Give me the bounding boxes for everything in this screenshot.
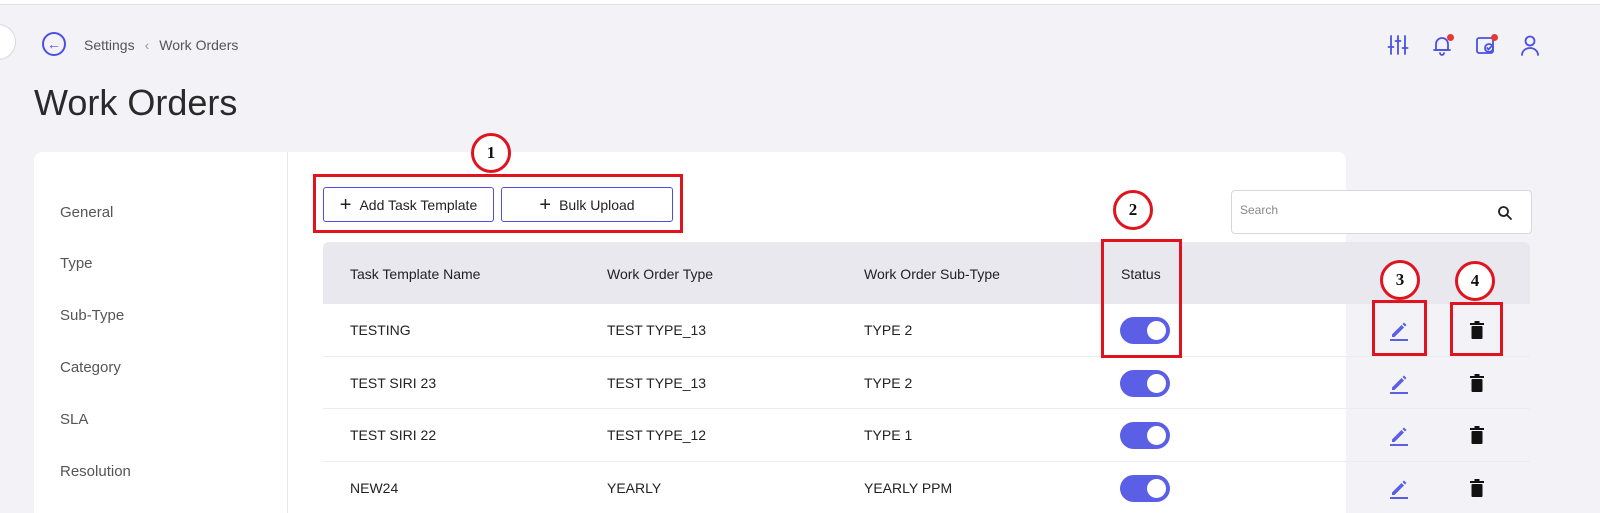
edit-icon[interactable]: [1387, 476, 1411, 500]
toggle-knob: [1147, 478, 1166, 498]
annotation-number: 3: [1380, 260, 1420, 300]
cell-type: TEST TYPE_13: [607, 322, 707, 338]
settings-sidebar: General Type Sub-Type Category SLA Resol…: [34, 152, 288, 513]
table-row: NEW24 YEARLY YEARLY PPM: [323, 462, 1530, 513]
sliders-icon[interactable]: [1386, 32, 1410, 58]
chevron-left-icon: ‹: [144, 37, 150, 53]
search-input[interactable]: [1240, 203, 1480, 217]
annotation-number: 1: [471, 133, 511, 173]
sidebar-collapse-button[interactable]: [0, 24, 16, 60]
status-toggle[interactable]: [1120, 422, 1170, 449]
annotation-box-actions: [313, 174, 683, 233]
trash-icon[interactable]: [1465, 423, 1489, 447]
column-header-subtype: Work Order Sub-Type: [864, 266, 1000, 282]
sidebar-item-category[interactable]: Category: [60, 359, 121, 376]
trash-icon[interactable]: [1465, 476, 1489, 500]
table-row: TEST SIRI 23 TEST TYPE_13 TYPE 2: [323, 357, 1530, 409]
annotation-box-delete: [1450, 302, 1503, 356]
cell-subtype: YEARLY PPM: [864, 479, 953, 496]
column-header-name: Task Template Name: [350, 266, 481, 282]
annotation-number: 2: [1113, 190, 1153, 230]
table-row: TEST SIRI 22 TEST TYPE_12 TYPE 1: [323, 409, 1530, 462]
trash-icon[interactable]: [1465, 371, 1489, 395]
page-title: Work Orders: [34, 82, 238, 123]
back-button[interactable]: ←: [42, 32, 66, 56]
cell-type: YEARLY: [607, 479, 662, 496]
cell-name: TEST SIRI 23: [350, 374, 437, 391]
toggle-knob: [1147, 426, 1166, 445]
top-border: [0, 0, 1600, 5]
sidebar-item-sub-type[interactable]: Sub-Type: [60, 307, 124, 324]
cell-type: TEST TYPE_12: [607, 427, 707, 443]
status-toggle[interactable]: [1120, 369, 1170, 397]
sidebar-item-general[interactable]: General: [60, 204, 113, 221]
toggle-knob: [1147, 373, 1166, 393]
cell-subtype: TYPE 2: [864, 322, 913, 338]
search-icon[interactable]: [1497, 205, 1513, 221]
table-header: Task Template Name Work Order Type Work …: [323, 242, 1530, 304]
top-toolbar: [1386, 32, 1542, 58]
table-row: TESTING TEST TYPE_13 TYPE 2: [323, 304, 1530, 357]
annotation-box-status: [1101, 239, 1182, 358]
edit-icon[interactable]: [1387, 371, 1411, 395]
arrow-left-icon: ←: [47, 36, 61, 52]
task-template-table: Task Template Name Work Order Type Work …: [323, 242, 1530, 513]
cell-name: TESTING: [350, 322, 411, 338]
cell-name: NEW24: [350, 479, 399, 496]
column-header-type: Work Order Type: [607, 266, 714, 282]
breadcrumb-current: Work Orders: [159, 37, 239, 53]
cell-type: TEST TYPE_13: [607, 374, 707, 391]
sidebar-item-type[interactable]: Type: [60, 255, 93, 272]
user-icon[interactable]: [1518, 32, 1542, 58]
sidebar-item-resolution[interactable]: Resolution: [60, 463, 131, 480]
search-box: [1231, 190, 1532, 234]
cell-subtype: TYPE 2: [864, 374, 913, 391]
cell-name: TEST SIRI 22: [350, 427, 437, 443]
calendar-check-icon[interactable]: [1474, 32, 1498, 58]
annotation-number: 4: [1455, 261, 1495, 301]
edit-icon[interactable]: [1387, 423, 1411, 447]
cell-subtype: TYPE 1: [864, 427, 913, 443]
breadcrumb: Settings ‹ Work Orders: [84, 37, 238, 53]
breadcrumb-settings-link[interactable]: Settings: [84, 37, 135, 53]
annotation-box-edit: [1372, 300, 1427, 356]
status-toggle[interactable]: [1120, 474, 1170, 502]
bell-icon[interactable]: [1430, 32, 1454, 58]
notification-badge: [1447, 34, 1454, 41]
sidebar-item-sla[interactable]: SLA: [60, 411, 88, 428]
calendar-badge: [1491, 34, 1498, 41]
